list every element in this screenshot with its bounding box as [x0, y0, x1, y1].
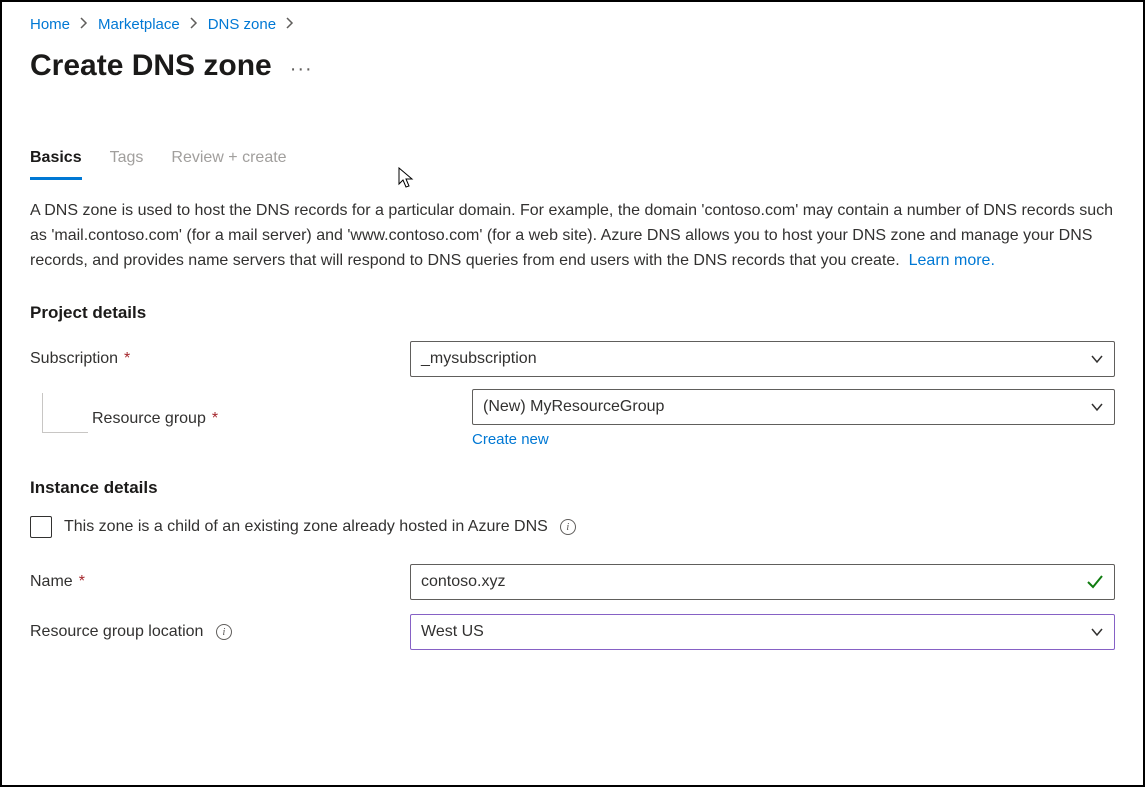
chevron-right-icon [286, 17, 294, 32]
required-mark-icon: * [212, 410, 218, 428]
chevron-down-icon [1090, 625, 1104, 639]
required-mark-icon: * [79, 573, 85, 591]
tab-tags[interactable]: Tags [110, 143, 144, 180]
subscription-value: _mysubscription [421, 350, 537, 368]
subscription-label: Subscription [30, 350, 118, 368]
checkmark-icon [1086, 573, 1104, 591]
child-zone-label: This zone is a child of an existing zone… [64, 518, 548, 536]
info-icon[interactable]: i [560, 519, 576, 535]
chevron-right-icon [80, 17, 88, 32]
name-value: contoso.xyz [421, 573, 505, 591]
resource-group-dropdown[interactable]: (New) MyResourceGroup [472, 389, 1115, 425]
breadcrumb-marketplace[interactable]: Marketplace [98, 16, 180, 33]
name-label: Name [30, 573, 73, 591]
rg-location-dropdown[interactable]: West US [410, 614, 1115, 650]
learn-more-link[interactable]: Learn more. [909, 252, 995, 269]
subscription-dropdown[interactable]: _mysubscription [410, 341, 1115, 377]
required-mark-icon: * [124, 350, 130, 368]
tab-review-create[interactable]: Review + create [171, 143, 286, 180]
info-icon[interactable]: i [216, 624, 232, 640]
chevron-down-icon [1090, 400, 1104, 414]
name-input[interactable]: contoso.xyz [410, 564, 1115, 600]
create-new-link[interactable]: Create new [472, 431, 549, 448]
rg-location-label: Resource group location [30, 623, 203, 641]
breadcrumb: Home Marketplace DNS zone [30, 16, 1115, 33]
chevron-down-icon [1090, 352, 1104, 366]
resource-group-value: (New) MyResourceGroup [483, 398, 664, 416]
breadcrumb-home[interactable]: Home [30, 16, 70, 33]
chevron-right-icon [190, 17, 198, 32]
tab-basics[interactable]: Basics [30, 143, 82, 180]
tab-list: Basics Tags Review + create [30, 143, 1115, 181]
section-project-details: Project details [30, 303, 1115, 323]
rg-location-value: West US [421, 623, 484, 641]
breadcrumb-dns-zone[interactable]: DNS zone [208, 16, 276, 33]
page-title: Create DNS zone [30, 49, 272, 83]
more-actions-button[interactable]: ··· [290, 52, 313, 81]
description-text: A DNS zone is used to host the DNS recor… [30, 199, 1115, 273]
child-zone-checkbox[interactable] [30, 516, 52, 538]
resource-group-label: Resource group [92, 410, 206, 428]
section-instance-details: Instance details [30, 478, 1115, 498]
